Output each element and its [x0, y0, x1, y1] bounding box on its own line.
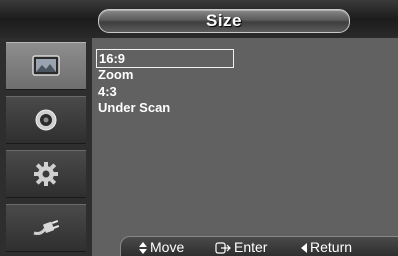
input-plug-icon — [33, 220, 60, 235]
osd-screen: Size 16:9 Zoom 4:3 Under Scan Move Enter… — [0, 0, 398, 256]
enter-label: Enter — [234, 239, 268, 255]
up-down-arrows-icon — [139, 242, 147, 255]
sidebar-item-input[interactable] — [6, 204, 86, 252]
title-banner: Size — [98, 9, 350, 33]
left-arrow-icon — [301, 243, 307, 254]
option-4-3[interactable]: 4:3 — [96, 84, 234, 100]
sidebar — [0, 38, 92, 256]
enter-icon — [215, 242, 231, 254]
move-hint: Move — [139, 238, 184, 256]
control-hints-bar: Move Enter Return — [120, 236, 398, 256]
option-zoom[interactable]: Zoom — [96, 67, 234, 83]
page-title: Size — [205, 11, 243, 30]
sidebar-item-picture[interactable] — [6, 42, 86, 90]
enter-hint: Enter — [215, 238, 267, 256]
header-bar: Size — [0, 0, 398, 38]
size-options-panel: 16:9 Zoom 4:3 Under Scan — [92, 38, 398, 236]
option-under-scan[interactable]: Under Scan — [96, 100, 234, 116]
picture-icon — [32, 55, 60, 76]
footer: Move Enter Return — [92, 236, 398, 256]
sidebar-item-setup[interactable] — [6, 150, 86, 198]
sound-icon — [35, 109, 57, 131]
setup-gear-icon — [34, 162, 58, 186]
return-label: Return — [310, 239, 353, 255]
move-label: Move — [150, 239, 185, 255]
sidebar-item-sound[interactable] — [6, 96, 86, 144]
return-hint: Return — [301, 238, 352, 256]
option-16-9[interactable]: 16:9 — [96, 49, 234, 68]
